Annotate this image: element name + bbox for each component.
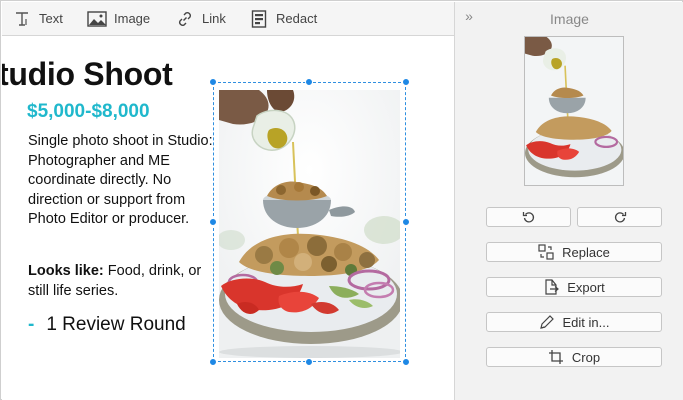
image-thumbnail (524, 36, 624, 186)
redact-tool-label: Redact (276, 11, 318, 26)
review-rounds[interactable]: - 1 Review Round (28, 314, 186, 336)
toolbar: Text Image Link Redact (2, 2, 454, 36)
rotate-left-button[interactable] (486, 207, 571, 227)
image-tool-button[interactable]: Image (87, 2, 150, 35)
price-range[interactable]: $5,000-$8,000 (27, 101, 150, 123)
resize-handle-top[interactable] (305, 78, 313, 86)
rotate-left-icon (521, 209, 537, 225)
crop-button[interactable]: Crop (486, 347, 662, 367)
export-icon (543, 279, 560, 295)
redact-icon (249, 9, 269, 29)
link-tool-button[interactable]: Link (175, 2, 226, 35)
rotate-right-icon (612, 209, 628, 225)
replace-icon (538, 244, 554, 260)
resize-handle-right[interactable] (402, 218, 410, 226)
panel-title: Image (550, 11, 589, 27)
resize-handle-bottom-left[interactable] (209, 358, 217, 366)
looks-like-label: Looks like: (28, 263, 104, 279)
edit-in-label: Edit in... (562, 314, 610, 330)
image-inspector-panel: » Image Replace Export Edit in... Crop (454, 2, 683, 400)
review-text: 1 Review Round (46, 314, 186, 335)
resize-handle-bottom[interactable] (305, 358, 313, 366)
resize-handle-top-right[interactable] (402, 78, 410, 86)
text-icon (12, 9, 32, 29)
resize-handle-bottom-right[interactable] (402, 358, 410, 366)
text-tool-button[interactable]: Text (12, 2, 63, 35)
image-tool-label: Image (114, 11, 151, 26)
pencil-icon (539, 314, 555, 330)
edit-in-button[interactable]: Edit in... (486, 312, 662, 332)
export-label: Export (567, 279, 605, 295)
description-text[interactable]: Single photo shoot in Studio: Photograph… (28, 132, 213, 230)
document-title[interactable]: tudio Shoot (2, 56, 173, 93)
review-dash: - (28, 314, 35, 335)
replace-button[interactable]: Replace (486, 242, 662, 262)
resize-handle-top-left[interactable] (209, 78, 217, 86)
export-button[interactable]: Export (486, 277, 662, 297)
image-icon (87, 9, 107, 29)
resize-handle-left[interactable] (209, 218, 217, 226)
selected-photo[interactable] (217, 90, 404, 358)
redact-tool-button[interactable]: Redact (249, 2, 317, 35)
rotate-right-button[interactable] (577, 207, 662, 227)
looks-like-text[interactable]: Looks like: Food, drink, or still life s… (28, 262, 213, 301)
editor-window: Text Image Link Redact tudio Shoot $5,00… (0, 0, 683, 400)
document-canvas[interactable]: tudio Shoot $5,000-$8,000 Single photo s… (2, 36, 454, 400)
crop-label: Crop (571, 349, 601, 365)
text-tool-label: Text (39, 11, 63, 26)
crop-icon (548, 349, 564, 365)
replace-label: Replace (562, 244, 610, 260)
link-icon (175, 9, 195, 29)
link-tool-label: Link (202, 11, 226, 26)
